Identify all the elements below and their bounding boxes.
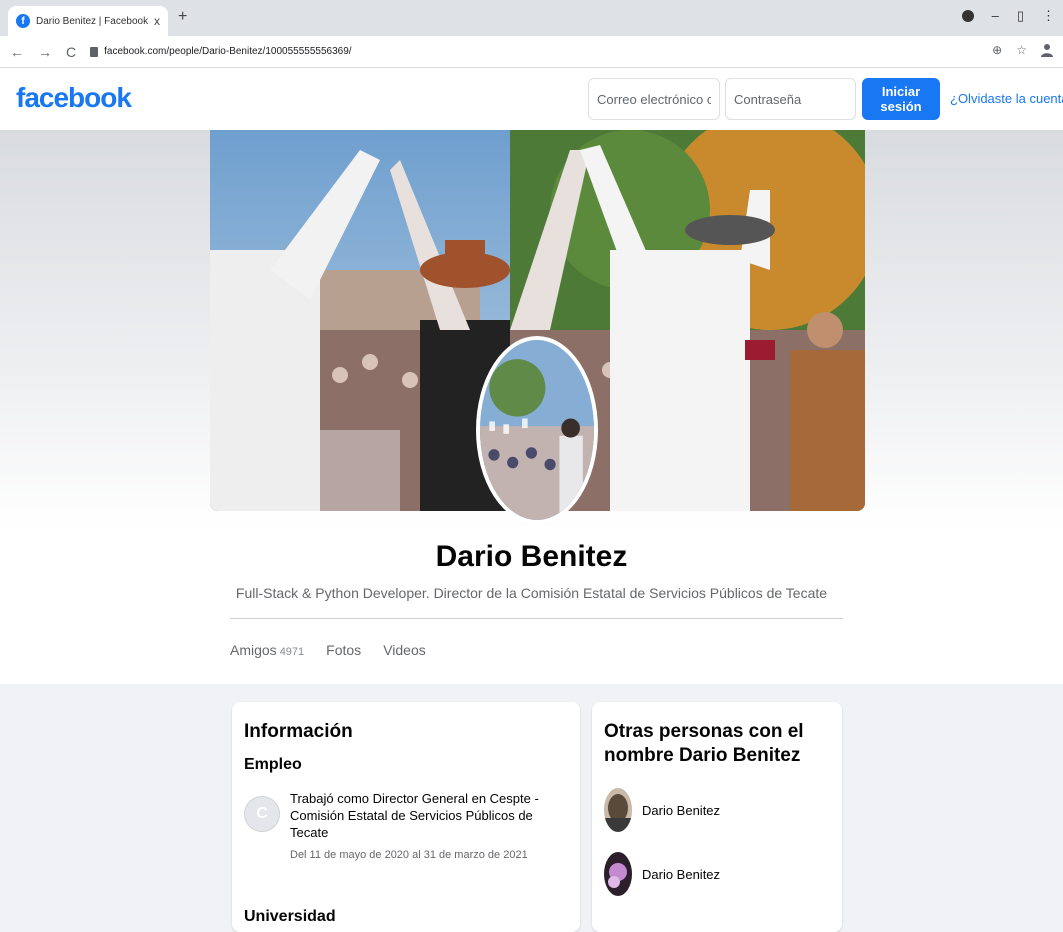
account-icon[interactable]: [1041, 43, 1053, 60]
forgot-account-link[interactable]: ¿Olvidaste la cuenta?: [950, 91, 1063, 106]
profile-avatar[interactable]: [476, 336, 598, 524]
new-tab-button[interactable]: +: [178, 8, 187, 26]
person-name[interactable]: Dario Benitez: [642, 867, 720, 882]
tab-fotos[interactable]: Fotos: [326, 642, 361, 658]
other-people-card: Otras personas con el nombre Dario Benit…: [592, 702, 842, 932]
address-bar: ← → C facebook.com/people/Dario-Benitez/…: [0, 36, 1063, 68]
profile-tabs: Amigos 4971 Fotos Videos: [230, 642, 426, 658]
browser-tab-bar: f Dario Benitez | Facebook x + – ▯ ⋮: [0, 0, 1063, 36]
person-avatar[interactable]: [604, 788, 632, 832]
employment-item: C Trabajó como Director General en Cespt…: [244, 790, 568, 864]
back-button[interactable]: ←: [10, 44, 24, 60]
employment-title: Empleo: [244, 756, 302, 773]
employer-avatar[interactable]: C: [244, 796, 280, 832]
email-field[interactable]: [588, 78, 720, 120]
tab-amigos[interactable]: Amigos 4971: [230, 642, 304, 658]
bookmark-star-icon[interactable]: ☆: [1016, 43, 1027, 60]
address-bar-actions: ⊕ ☆: [992, 43, 1053, 60]
list-item[interactable]: Dario Benitez: [604, 788, 830, 832]
login-button[interactable]: Iniciar sesión: [862, 78, 940, 120]
tab-videos[interactable]: Videos: [383, 642, 426, 658]
person-avatar[interactable]: [604, 852, 632, 896]
info-card: Información Empleo C Trabajó como Direct…: [232, 702, 580, 932]
reload-button[interactable]: C: [66, 44, 76, 60]
tab-close-icon[interactable]: x: [154, 14, 160, 28]
zoom-icon[interactable]: ⊕: [992, 43, 1002, 60]
tab-title: Dario Benitez | Facebook: [36, 15, 148, 27]
employment-dates: Del 11 de mayo de 2020 al 31 de marzo de…: [290, 849, 528, 861]
list-item[interactable]: Dario Benitez: [604, 852, 830, 896]
profile-header: Dario Benitez Full-Stack & Python Develo…: [0, 130, 1063, 684]
profile-name: Dario Benitez: [435, 540, 628, 573]
profile-divider: [230, 618, 843, 619]
maximize-button[interactable]: ▯: [1017, 8, 1024, 24]
close-window-button[interactable]: ⋮: [1042, 8, 1055, 24]
info-title: Información: [244, 721, 353, 742]
url-field[interactable]: facebook.com/people/Dario-Benitez/100055…: [104, 46, 992, 57]
employment-details: Trabajó como Director General en Cespte …: [280, 790, 568, 864]
minimize-button[interactable]: –: [992, 8, 999, 24]
university-title: Universidad: [244, 908, 336, 925]
browser-profile-icon[interactable]: [961, 10, 974, 22]
profile-bio: Full-Stack & Python Developer. Director …: [235, 585, 828, 601]
forward-button[interactable]: →: [38, 44, 52, 60]
friends-count: 4971: [279, 646, 305, 658]
password-field[interactable]: [725, 78, 856, 120]
lock-icon[interactable]: [90, 46, 99, 57]
other-people-title: Otras personas con el nombre Dario Benit…: [604, 721, 804, 766]
tab-amigos-label: Amigos: [230, 642, 277, 658]
person-name[interactable]: Dario Benitez: [642, 803, 720, 818]
employment-text: Trabajó como Director General en Cespte …: [290, 791, 539, 840]
browser-tab[interactable]: f Dario Benitez | Facebook x: [8, 6, 168, 36]
facebook-logo[interactable]: facebook: [16, 82, 132, 114]
window-controls: – ▯ ⋮: [961, 8, 1055, 24]
facebook-header: facebook Iniciar sesión ¿Olvidaste la cu…: [0, 68, 1063, 130]
facebook-favicon-icon: f: [16, 14, 30, 28]
avatar-photo: [476, 336, 598, 524]
